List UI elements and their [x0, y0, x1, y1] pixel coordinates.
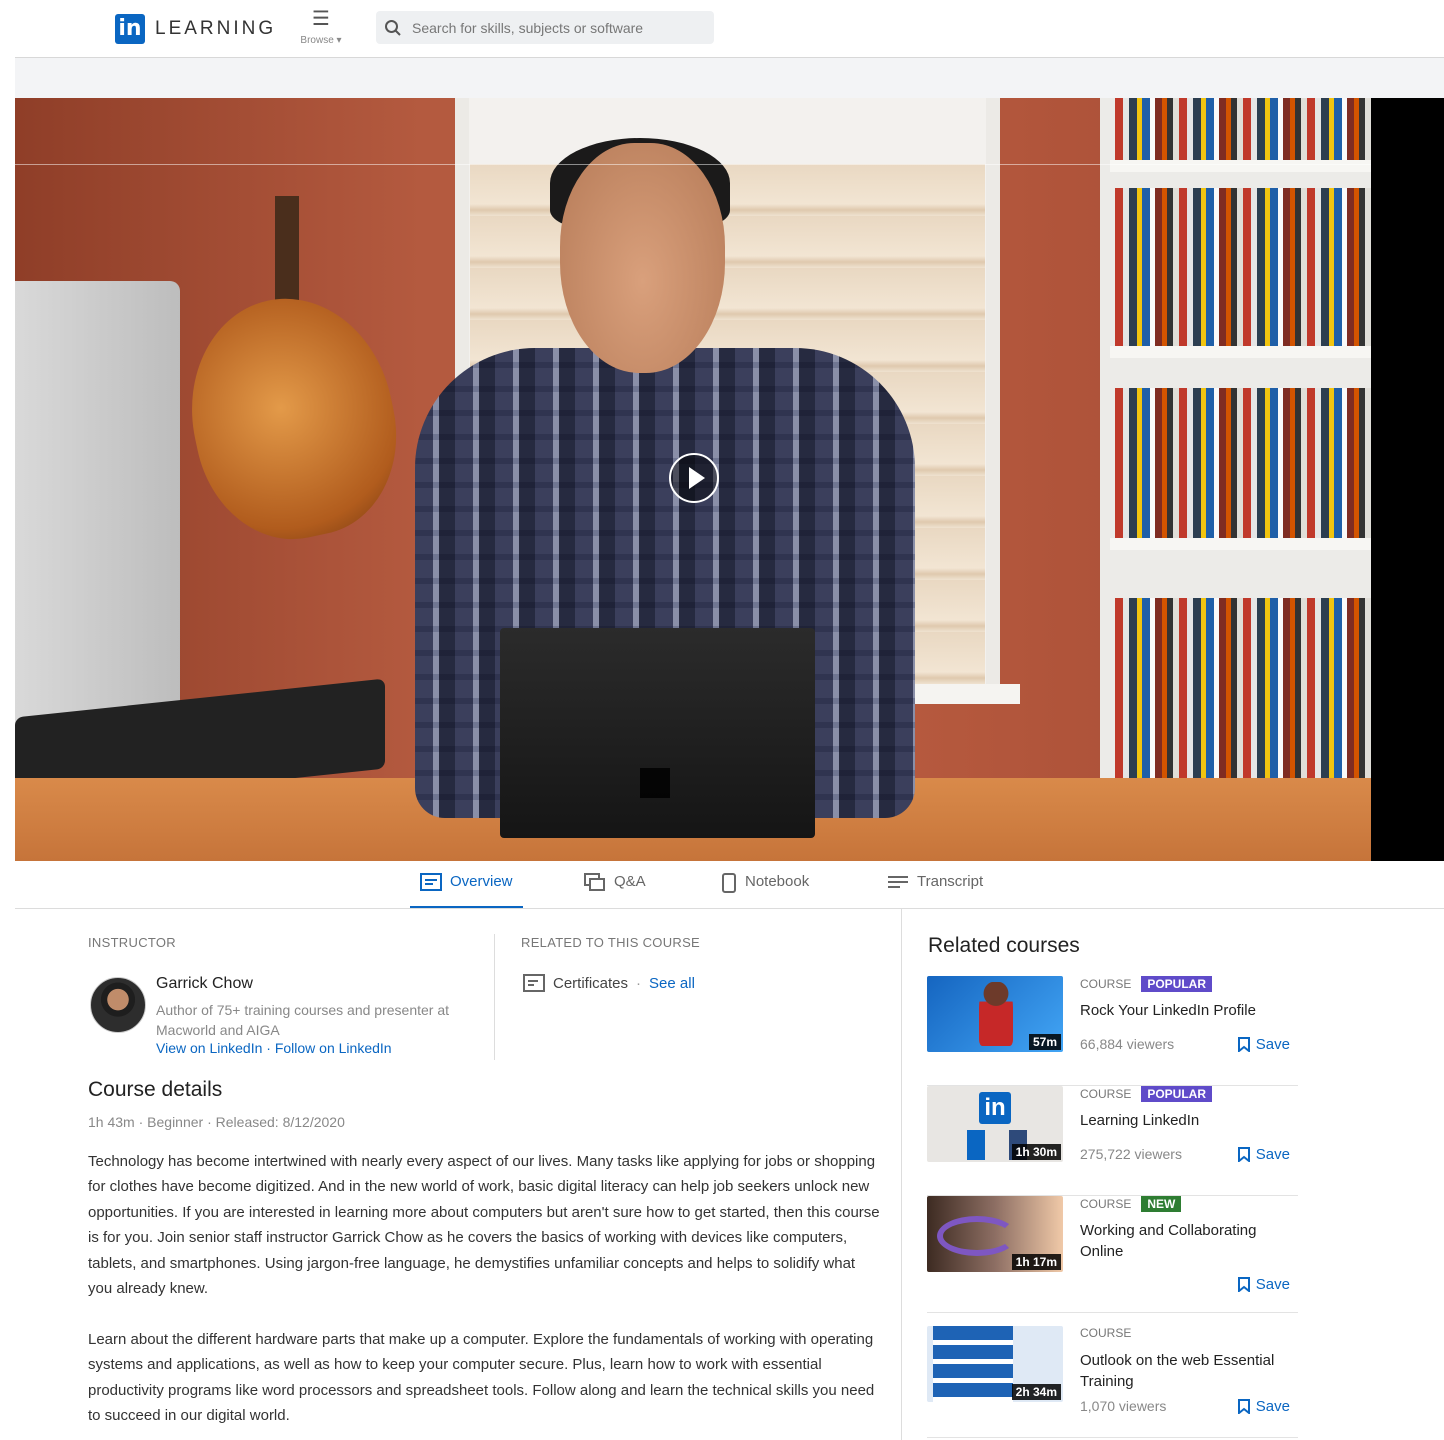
browse-menu-button[interactable]: ☰ Browse ▾: [291, 8, 351, 48]
search-input[interactable]: [412, 19, 702, 36]
tab-label: Notebook: [745, 873, 810, 890]
course-type: COURSE: [1080, 977, 1132, 991]
save-button[interactable]: Save: [1237, 1276, 1290, 1293]
see-all-link[interactable]: See all: [649, 975, 695, 992]
follow-on-linkedin-link[interactable]: Follow on LinkedIn: [275, 1040, 392, 1056]
bookmark-icon: [1237, 1399, 1250, 1414]
course-type: COURSE: [1080, 1197, 1132, 1211]
tab-label: Transcript: [917, 873, 984, 890]
course-thumbnail[interactable]: 2h 34m: [927, 1326, 1063, 1402]
related-course-card[interactable]: 1h 17m COURSE NEW Working and Collaborati…: [927, 1196, 1298, 1313]
browse-label: Browse ▾: [300, 35, 342, 46]
tab-qa[interactable]: Q&A: [584, 871, 646, 908]
bookmark-icon: [1237, 1277, 1250, 1292]
course-viewers: 275,722 viewers: [1080, 1146, 1182, 1162]
related-courses-title: Related courses: [928, 934, 1080, 957]
course-duration-badge: 2h 34m: [1011, 1384, 1061, 1400]
sub-navigation-bar: [15, 58, 1444, 98]
course-thumbnail[interactable]: 1h 17m: [927, 1196, 1063, 1272]
view-on-linkedin-link[interactable]: View on LinkedIn: [156, 1040, 262, 1056]
linkedin-learning-logo[interactable]: in LEARNING: [115, 14, 276, 44]
instructor-avatar[interactable]: [90, 977, 146, 1033]
course-description-paragraph: Technology has become intertwined with n…: [88, 1153, 880, 1298]
related-to-course-label: RELATED TO THIS COURSE: [521, 935, 701, 950]
course-type: COURSE: [1080, 1326, 1132, 1340]
divider: [494, 934, 495, 1060]
course-title[interactable]: Outlook on the web Essential Training: [1080, 1350, 1290, 1392]
logo-text: LEARNING: [155, 18, 277, 39]
play-button[interactable]: [669, 453, 719, 503]
course-level: Beginner: [147, 1114, 204, 1130]
notebook-icon: [722, 873, 736, 893]
search-bar[interactable]: [376, 11, 714, 44]
course-duration-badge: 1h 17m: [1011, 1254, 1061, 1270]
new-badge: NEW: [1141, 1196, 1182, 1212]
top-header: in LEARNING ☰ Browse ▾: [15, 0, 1444, 58]
course-tabs: Overview Q&A Notebook Transcript: [15, 861, 1444, 909]
popular-badge: POPULAR: [1141, 976, 1213, 992]
course-thumbnail[interactable]: in 1h 30m: [927, 1086, 1063, 1162]
video-player[interactable]: [15, 98, 1444, 861]
tab-label: Overview: [450, 873, 513, 890]
save-button[interactable]: Save: [1237, 1146, 1290, 1163]
course-release-date: Released: 8/12/2020: [215, 1114, 345, 1130]
course-viewers: 1,070 viewers: [1080, 1398, 1167, 1414]
instructor-section-label: INSTRUCTOR: [88, 935, 176, 950]
instructor-bio: Author of 75+ training courses and prese…: [156, 1002, 450, 1038]
overview-icon: [420, 873, 442, 891]
instructor-links: View on LinkedIn · Follow on LinkedIn: [156, 1040, 392, 1056]
course-type: COURSE: [1080, 1087, 1132, 1101]
certificate-icon: [523, 974, 545, 992]
qa-icon: [584, 873, 605, 891]
related-course-card[interactable]: in 1h 30m COURSE POPULAR Learning LinkedI…: [927, 1086, 1298, 1196]
certificates-label: Certificates: [553, 974, 629, 992]
course-thumbnail[interactable]: 57m: [927, 976, 1063, 1052]
popular-badge: POPULAR: [1141, 1086, 1213, 1102]
transcript-icon: [888, 876, 908, 888]
course-meta: 1h 43m · Beginner · Released: 8/12/2020: [88, 1114, 345, 1130]
column-divider: [901, 909, 902, 1440]
course-title[interactable]: Rock Your LinkedIn Profile: [1080, 1000, 1290, 1021]
search-icon: [385, 19, 401, 36]
tab-label: Q&A: [614, 873, 646, 890]
list-menu-icon: ☰: [312, 8, 330, 30]
course-duration-badge: 1h 30m: [1011, 1144, 1061, 1160]
instructor-name: Garrick Chow: [156, 975, 253, 992]
course-duration: 1h 43m: [88, 1114, 135, 1130]
save-button[interactable]: Save: [1237, 1036, 1290, 1053]
course-title[interactable]: Learning LinkedIn: [1080, 1110, 1290, 1131]
linkedin-logo-icon: in: [979, 1092, 1011, 1124]
course-duration-badge: 57m: [1028, 1034, 1061, 1050]
course-viewers: 66,884 viewers: [1080, 1036, 1175, 1052]
save-button[interactable]: Save: [1237, 1398, 1290, 1415]
related-course-card[interactable]: 2h 34m COURSE Outlook on the web Essenti…: [927, 1326, 1298, 1438]
related-course-card[interactable]: 57m COURSE POPULAR Rock Your LinkedIn Pro…: [927, 976, 1298, 1086]
course-details-title: Course details: [88, 1078, 223, 1101]
linkedin-logo-icon: in: [115, 14, 145, 44]
course-description-paragraph: Learn about the different hardware parts…: [88, 1331, 875, 1425]
tab-overview[interactable]: Overview: [410, 871, 523, 908]
bookmark-icon: [1237, 1147, 1250, 1162]
bookmark-icon: [1237, 1037, 1250, 1052]
tab-transcript[interactable]: Transcript: [887, 871, 983, 908]
tab-notebook[interactable]: Notebook: [721, 871, 809, 908]
certificates-row: Certificates · See all: [523, 974, 695, 992]
course-title[interactable]: Working and Collaborating Online: [1080, 1220, 1290, 1262]
